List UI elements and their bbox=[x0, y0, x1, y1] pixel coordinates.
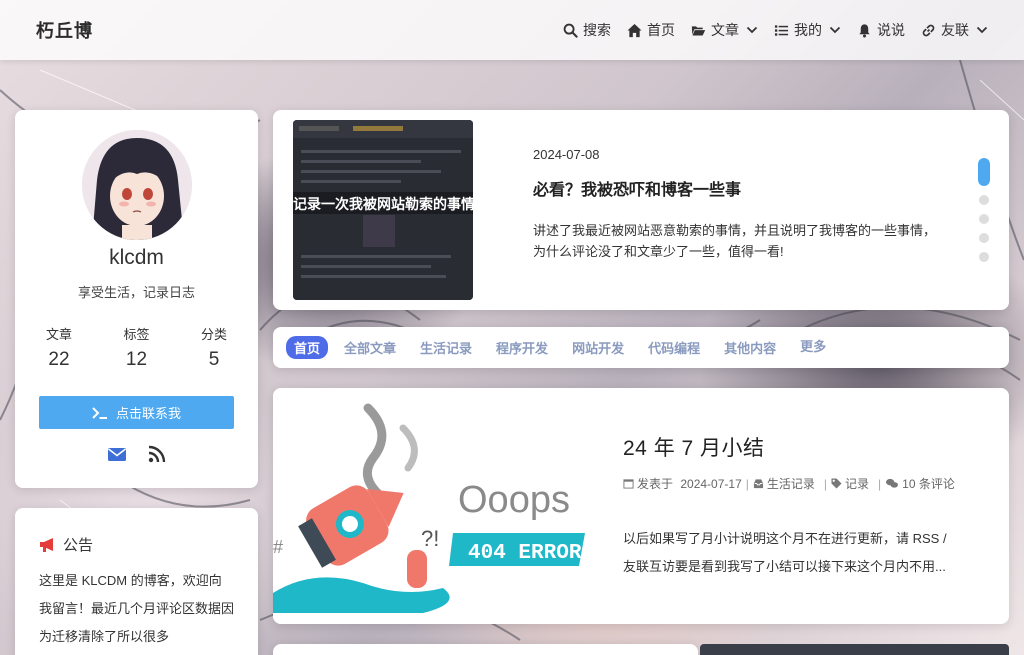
announcement-title: 公告 bbox=[63, 537, 94, 554]
chevron-down-icon bbox=[829, 26, 841, 34]
avatar[interactable] bbox=[82, 130, 192, 240]
nav-articles-label: 文章 bbox=[711, 22, 739, 38]
list-icon bbox=[774, 24, 789, 36]
stat-value: 12 bbox=[125, 349, 148, 370]
announcement-text: 这里是 KLCDM 的博客，欢迎向我留言！最近几个月评论区数据因为迁移清除了所以… bbox=[39, 573, 235, 644]
post-excerpt-line: 以后如果写了月小计说明这个月不在进行更新，请 RSS / bbox=[623, 531, 947, 546]
nav-search[interactable]: 搜索 bbox=[563, 20, 611, 40]
slider-dot[interactable] bbox=[979, 233, 989, 243]
link-icon bbox=[922, 24, 935, 36]
featured-slider: 记录一次我被网站勒索的事情 2024-07-08 必看？我被恐吓和博客一些事 讲… bbox=[273, 110, 1009, 310]
avatar-image bbox=[82, 130, 192, 240]
post-meta: 发表于 2024-07-17 | 生活记录 | 记录 | 10 条评论 bbox=[623, 472, 978, 497]
post-card: Ooops 404 ERROR ?! # 24 年 7 月小结 发表于 2024… bbox=[273, 388, 1009, 624]
terminal-icon bbox=[92, 406, 107, 419]
profile-card: klcdm 享受生活，记录日志 文章 22 标签 12 分类 5 点击联系我 bbox=[15, 110, 258, 488]
image-404-text: 404 ERROR bbox=[468, 542, 582, 565]
tab-coding[interactable]: 代码编程 bbox=[648, 338, 700, 357]
featured-date: 2024-07-08 bbox=[533, 147, 600, 162]
stat-categories[interactable]: 分类 5 bbox=[190, 324, 238, 371]
featured-image-caption: 记录一次我被网站勒索的事情 bbox=[293, 196, 473, 212]
announcement-header: 公告 bbox=[39, 534, 234, 555]
comments-icon bbox=[886, 478, 899, 488]
tab-all-articles[interactable]: 全部文章 bbox=[344, 338, 396, 357]
folder-open-icon bbox=[691, 25, 706, 35]
contact-me-button[interactable]: 点击联系我 bbox=[39, 396, 234, 429]
featured-thumbnail[interactable]: 记录一次我被网站勒索的事情 bbox=[293, 120, 473, 300]
nav-search-label: 搜索 bbox=[583, 22, 611, 38]
tab-programming[interactable]: 程序开发 bbox=[496, 338, 548, 357]
profile-name: klcdm bbox=[109, 246, 164, 269]
nav-friends-label: 友联 bbox=[941, 22, 969, 38]
nav-talk-label: 说说 bbox=[877, 22, 905, 38]
slider-dot[interactable] bbox=[979, 252, 989, 262]
post-category[interactable]: 生活记录 bbox=[767, 477, 815, 491]
tab-more[interactable]: 更多 bbox=[800, 336, 826, 355]
stat-tags[interactable]: 标签 12 bbox=[113, 324, 161, 371]
post-excerpt: 以后如果写了月小计说明这个月不在进行更新，请 RSS / 友联互访要是看到我写了… bbox=[623, 525, 978, 581]
tab-life[interactable]: 生活记录 bbox=[420, 338, 472, 357]
nav-home-label: 首页 bbox=[647, 22, 675, 38]
tab-web-dev[interactable]: 网站开发 bbox=[572, 338, 624, 357]
category-tabs: 首页 全部文章 生活记录 程序开发 网站开发 代码编程 其他内容 更多 bbox=[273, 327, 1009, 368]
image-ooops-text: Ooops bbox=[458, 479, 570, 521]
slider-dot-active[interactable] bbox=[978, 158, 990, 186]
nav-friends[interactable]: 友联 bbox=[921, 20, 988, 40]
featured-image: 记录一次我被网站勒索的事情 bbox=[293, 120, 473, 300]
stat-value: 22 bbox=[48, 349, 70, 370]
search-icon bbox=[563, 23, 578, 38]
megaphone-icon bbox=[40, 537, 53, 552]
next-post-card bbox=[273, 644, 698, 655]
email-icon[interactable] bbox=[107, 444, 127, 464]
next-post-thumbnail bbox=[700, 644, 1009, 655]
nav-mine-label: 我的 bbox=[794, 22, 822, 38]
stat-value: 5 bbox=[208, 349, 220, 370]
site-title[interactable]: 朽丘博 bbox=[36, 17, 93, 43]
stat-articles[interactable]: 文章 22 bbox=[35, 324, 83, 371]
post-excerpt-line: 友联互访要是看到我写了小结可以接下来这个月内不用... bbox=[623, 559, 946, 574]
nav-articles[interactable]: 文章 bbox=[691, 20, 758, 40]
tab-home[interactable]: 首页 bbox=[286, 336, 329, 359]
post-tag[interactable]: 记录 bbox=[845, 477, 869, 491]
post-comments[interactable]: 10 条评论 bbox=[902, 477, 955, 491]
featured-description: 讲述了我最近被网站恶意勒索的事情，并且说明了我博客的一些事情，为什么评论没了和文… bbox=[533, 223, 937, 259]
profile-stats: 文章 22 标签 12 分类 5 bbox=[35, 324, 238, 371]
calendar-icon bbox=[623, 479, 634, 489]
chevron-down-icon bbox=[746, 26, 758, 34]
error-404-illustration: Ooops 404 ERROR ?! # bbox=[273, 388, 603, 624]
svg-text:?!: ?! bbox=[421, 526, 439, 551]
social-links bbox=[15, 444, 258, 464]
nav-mine[interactable]: 我的 bbox=[774, 20, 841, 40]
slider-dot[interactable] bbox=[979, 195, 989, 205]
contact-me-label: 点击联系我 bbox=[115, 406, 181, 421]
rss-icon[interactable] bbox=[147, 444, 167, 464]
nav-home[interactable]: 首页 bbox=[627, 20, 675, 40]
announcement-card: 公告 这里是 KLCDM 的博客，欢迎向我留言！最近几个月评论区数据因为迁移清除… bbox=[15, 508, 258, 655]
post-meta-prefix: 发表于 bbox=[637, 477, 674, 491]
svg-text:#: # bbox=[273, 537, 283, 557]
tab-other[interactable]: 其他内容 bbox=[724, 338, 776, 357]
bell-icon bbox=[859, 23, 870, 37]
tag-icon bbox=[831, 478, 842, 489]
slider-dot[interactable] bbox=[979, 214, 989, 224]
nav-talk[interactable]: 说说 bbox=[857, 20, 905, 40]
main-nav: 搜索 首页 文章 我的 说说 友联 bbox=[547, 20, 988, 40]
slider-pagination bbox=[978, 158, 990, 262]
featured-title[interactable]: 必看？我被恐吓和博客一些事 bbox=[533, 176, 741, 200]
stat-label: 标签 bbox=[123, 327, 150, 342]
stat-label: 分类 bbox=[200, 327, 227, 342]
post-thumbnail[interactable]: Ooops 404 ERROR ?! # bbox=[273, 388, 603, 624]
home-icon bbox=[627, 23, 642, 37]
top-navbar: 朽丘博 搜索 首页 文章 我的 说说 友联 bbox=[0, 0, 1024, 60]
post-title[interactable]: 24 年 7 月小结 bbox=[623, 432, 765, 462]
post-date: 2024-07-17 bbox=[680, 477, 742, 491]
stat-label: 文章 bbox=[45, 327, 72, 342]
inbox-icon bbox=[753, 479, 763, 489]
profile-bio: 享受生活，记录日志 bbox=[77, 285, 195, 300]
chevron-down-icon bbox=[976, 26, 988, 34]
